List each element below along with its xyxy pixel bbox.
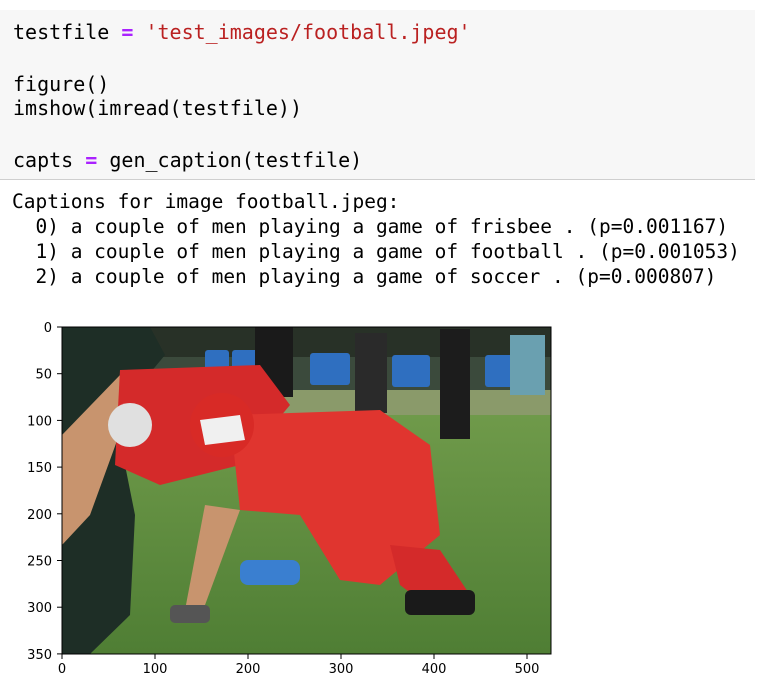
code-line-4: capts = gen_caption(testfile) (13, 148, 362, 172)
x-tick-label: 300 (329, 662, 354, 677)
y-tick-label: 50 (35, 368, 52, 383)
caption-line: 1) a couple of men playing a game of foo… (12, 240, 740, 263)
code-line-1: testfile = 'test_images/football.jpeg' (13, 20, 471, 44)
x-axis: 0 100 200 300 400 500 (58, 654, 540, 677)
x-tick-label: 0 (58, 662, 66, 677)
code-call: gen_caption(testfile) (109, 148, 363, 172)
code-var: testfile (13, 20, 110, 44)
image-plot: 0 50 100 150 200 250 300 350 0 100 200 3… (27, 321, 552, 677)
x-tick-label: 200 (236, 662, 261, 677)
x-tick-label: 500 (515, 662, 540, 677)
y-tick-label: 200 (27, 508, 52, 523)
code-line-2: figure() (13, 72, 110, 96)
caption-line: 0) a couple of men playing a game of fri… (12, 215, 729, 238)
code-operator: = (85, 148, 98, 172)
code-string: 'test_images/football.jpeg' (145, 20, 471, 44)
y-axis: 0 50 100 150 200 250 300 350 (27, 321, 62, 663)
x-tick-label: 100 (143, 662, 168, 677)
caption-line: 2) a couple of men playing a game of soc… (12, 265, 717, 288)
code-cell[interactable]: testfile = 'test_images/football.jpeg' f… (0, 10, 755, 180)
output-header: Captions for image football.jpeg: (12, 190, 400, 213)
code-operator: = (121, 20, 134, 44)
y-tick-label: 0 (44, 321, 52, 336)
y-tick-label: 350 (27, 648, 52, 663)
y-tick-label: 100 (27, 414, 52, 429)
code-line-3: imshow(imread(testfile)) (13, 96, 302, 120)
x-tick-label: 400 (422, 662, 447, 677)
y-tick-label: 300 (27, 601, 52, 616)
y-tick-label: 250 (27, 555, 52, 570)
code-var: capts (13, 148, 74, 172)
football-photo (62, 327, 551, 654)
y-tick-label: 150 (27, 461, 52, 476)
